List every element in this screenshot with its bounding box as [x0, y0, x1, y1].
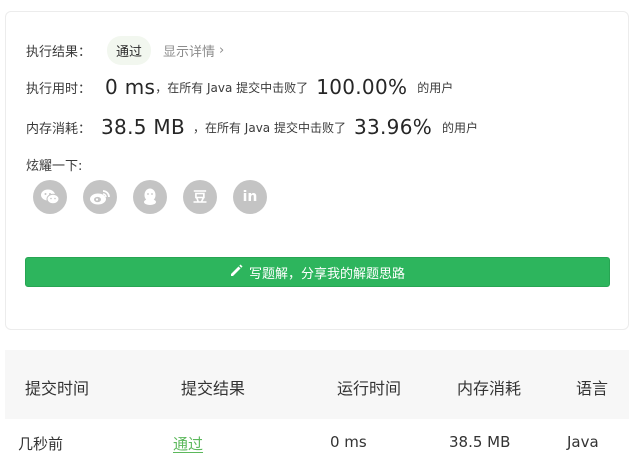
memory-label: 内存消耗： — [26, 121, 92, 137]
table-row[interactable]: 几秒前 通过 0 ms 38.5 MB Java — [5, 419, 629, 471]
write-solution-button[interactable]: 写题解，分享我的解题思路 — [25, 257, 610, 287]
memory-prefix: ，在所有 Java 提交中击败了 — [192, 120, 346, 135]
submissions-table: 提交时间 提交结果 运行时间 内存消耗 语言 几秒前 通过 0 ms 38.5 … — [5, 350, 629, 471]
cell-submit-result[interactable]: 通过 — [173, 433, 203, 454]
runtime-percent: 100.00% — [316, 75, 408, 99]
table-header: 提交时间 提交结果 运行时间 内存消耗 语言 — [5, 350, 629, 419]
header-submit-result: 提交结果 — [181, 379, 246, 398]
runtime-value: 0 ms — [105, 75, 156, 99]
header-submit-time: 提交时间 — [25, 379, 90, 398]
runtime-label: 执行用时： — [26, 81, 92, 97]
linkedin-glyph: in — [242, 189, 258, 205]
runtime-prefix: ，在所有 Java 提交中击败了 — [155, 80, 309, 95]
header-runtime: 运行时间 — [337, 379, 402, 398]
chevron-right-icon[interactable]: › — [219, 43, 224, 58]
show-details-link[interactable]: 显示详情 — [163, 41, 215, 60]
douban-icon[interactable]: 豆 — [183, 180, 217, 214]
memory-value: 38.5 MB — [101, 115, 185, 139]
weibo-icon[interactable] — [83, 180, 117, 214]
memory-row: 内存消耗： 38.5 MB ，在所有 Java 提交中击败了 33.96% 的用… — [26, 115, 478, 139]
cell-language: Java — [567, 433, 599, 451]
result-label: 执行结果： — [26, 45, 92, 60]
status-badge: 通过 — [107, 36, 152, 65]
pencil-icon — [230, 264, 243, 281]
runtime-suffix: 的用户 — [417, 80, 454, 95]
runtime-row: 执行用时： 0 ms ，在所有 Java 提交中击败了 100.00% 的用户 — [26, 75, 453, 99]
social-share-icons: 豆 in — [33, 180, 267, 214]
write-solution-label: 写题解，分享我的解题思路 — [248, 266, 405, 282]
submission-result-card: 执行结果： 通过 显示详情 › 执行用时： 0 ms ，在所有 Java 提交中… — [5, 11, 629, 330]
linkedin-icon[interactable]: in — [233, 180, 267, 214]
share-row: 炫耀一下: — [26, 155, 82, 174]
share-label: 炫耀一下: — [26, 159, 83, 174]
cell-memory: 38.5 MB — [449, 433, 511, 451]
header-memory: 内存消耗 — [457, 379, 522, 398]
memory-suffix: 的用户 — [442, 120, 479, 135]
cell-runtime: 0 ms — [330, 433, 367, 451]
header-language: 语言 — [576, 379, 609, 398]
qq-icon[interactable] — [133, 180, 167, 214]
cell-submit-time: 几秒前 — [18, 435, 64, 453]
result-row: 执行结果： 通过 显示详情 › — [26, 36, 224, 65]
douban-glyph: 豆 — [193, 190, 207, 206]
memory-percent: 33.96% — [353, 115, 433, 139]
wechat-icon[interactable] — [33, 180, 67, 214]
